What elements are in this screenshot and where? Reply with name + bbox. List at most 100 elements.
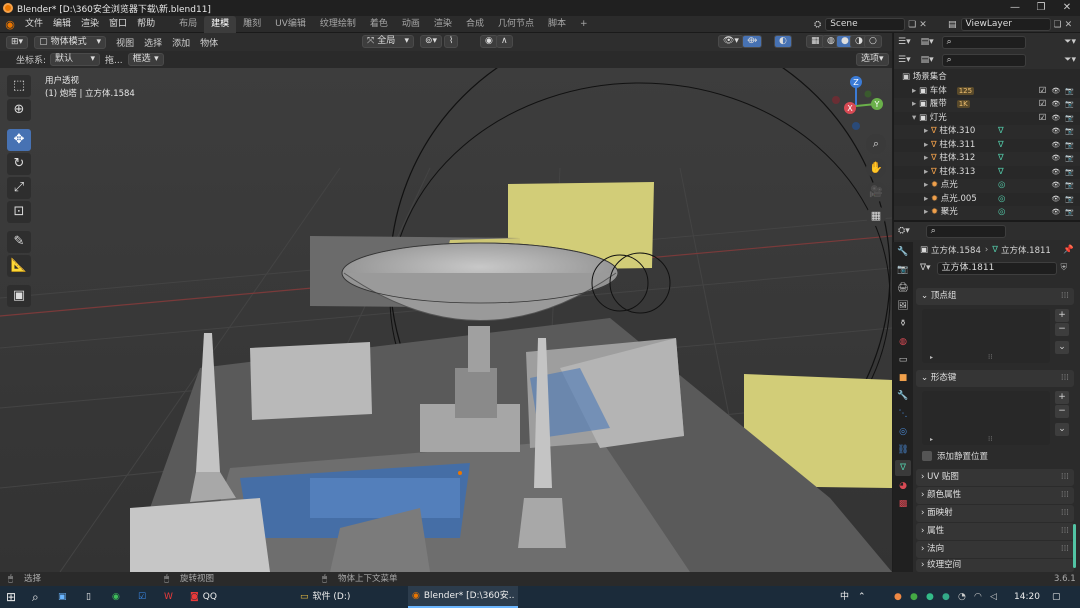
new-view-layer-icon[interactable]: ❏ xyxy=(1054,20,1062,30)
object-data-icon[interactable]: ∇ xyxy=(998,166,1004,180)
vertex-groups-list[interactable]: ▸ ⁞⁞ xyxy=(922,309,1050,363)
view-layer-tab-icon[interactable]: 🖼 xyxy=(895,298,911,314)
render-camera-icon[interactable]: 📷 xyxy=(1065,179,1074,193)
display-mode-icon[interactable]: ▤▾ xyxy=(921,37,934,47)
add-vertex-group-button[interactable]: + xyxy=(1055,309,1069,322)
snap-icon[interactable]: ⌇ xyxy=(444,35,459,48)
expand-arrow-icon[interactable]: ▸ xyxy=(924,167,931,177)
select-mode-selector[interactable]: 框选 ▾ xyxy=(127,53,164,66)
visibility-eye-icon[interactable]: 👁 xyxy=(1051,98,1060,112)
add-cube-tool-icon[interactable]: ▣ xyxy=(7,285,31,307)
render-tab-icon[interactable]: 📷 xyxy=(895,262,911,278)
tray-app1-icon[interactable]: ● xyxy=(894,586,902,608)
minimize-icon[interactable]: — xyxy=(1002,0,1028,16)
object-data-icon[interactable]: ∇ xyxy=(998,152,1004,166)
modifier-tab-icon[interactable]: 🔧 xyxy=(895,388,911,404)
notification-icon[interactable]: ▢ xyxy=(1052,586,1061,608)
outliner-root[interactable]: ▣ 场景集合 xyxy=(894,71,1080,85)
data-tab-icon[interactable]: ∇ xyxy=(895,460,911,476)
pivot-point-icon[interactable]: ⊚▾ xyxy=(420,35,443,48)
tab-shading[interactable]: 着色 xyxy=(363,16,395,33)
tray-app2-icon[interactable]: ● xyxy=(910,586,918,608)
blender-menu-icon[interactable]: ◉ xyxy=(0,18,20,31)
outliner-editor-icon[interactable]: ☰▾ xyxy=(898,37,911,47)
pin-icon[interactable]: 📌 xyxy=(1063,245,1074,255)
menu-window[interactable]: 窗口 xyxy=(104,16,132,33)
menu-file[interactable]: 文件 xyxy=(20,16,48,33)
outliner-item[interactable]: ▸ ✹ 点光 ◎ 👁 📷 xyxy=(894,179,1080,193)
tool-tab-icon[interactable]: 🔧 xyxy=(895,244,911,260)
taskbar-blender[interactable]: ◉ Blender* [D:\360安... xyxy=(408,586,518,608)
falloff-icon[interactable]: ∧ xyxy=(496,35,513,48)
visibility-icon[interactable]: 👁▾ xyxy=(718,35,744,48)
shape-keys-list[interactable]: ▸ ⁞⁞ xyxy=(922,391,1050,445)
move-tool-icon[interactable]: ✥ xyxy=(7,129,31,151)
gizmo-toggle-icon[interactable]: ⟴ xyxy=(742,35,763,48)
visibility-eye-icon[interactable]: 👁 xyxy=(1051,179,1060,193)
color-attributes-panel-header[interactable]: › 颜色属性 ⁞⁞⁞ xyxy=(916,487,1074,504)
3d-viewport[interactable] xyxy=(0,68,892,572)
expand-arrow-icon[interactable]: ▸ xyxy=(912,86,919,96)
tab-animation[interactable]: 动画 xyxy=(395,16,427,33)
tab-rendering[interactable]: 渲染 xyxy=(427,16,459,33)
editor-type-icon[interactable]: ⊞▾ xyxy=(6,35,29,49)
visibility-eye-icon[interactable]: 👁 xyxy=(1051,85,1060,99)
expand-arrow-icon[interactable]: ▸ xyxy=(924,126,931,136)
add-shape-key-button[interactable]: + xyxy=(1055,391,1069,404)
output-tab-icon[interactable]: 🖨 xyxy=(895,280,911,296)
volume-icon[interactable]: ◁ xyxy=(990,586,997,608)
delete-scene-icon[interactable]: ✕ xyxy=(919,20,927,30)
select-box-tool-icon[interactable]: ⬚ xyxy=(7,75,31,97)
taskbar-qq[interactable]: ◙ QQ xyxy=(186,586,221,608)
tab-uv-editing[interactable]: UV编辑 xyxy=(268,16,313,33)
collection-tab-icon[interactable]: ▭ xyxy=(895,352,911,368)
coord-selector[interactable]: 默认 ▾ xyxy=(50,53,101,66)
constraints-tab-icon[interactable]: ⛓ xyxy=(895,442,911,458)
outliner-item[interactable]: ▸ ∇ 柱体.310 ∇ 👁 📷 xyxy=(894,125,1080,139)
maximize-icon[interactable]: ❐ xyxy=(1028,0,1054,16)
properties-editor-icon[interactable]: ⛭▾ xyxy=(898,226,910,236)
new-scene-icon[interactable]: ❏ xyxy=(908,20,916,30)
scene-selector[interactable]: Scene xyxy=(825,18,906,31)
uv-maps-panel-header[interactable]: › UV 贴图 ⁞⁞⁞ xyxy=(916,469,1074,486)
file-icon[interactable]: ▯ xyxy=(86,586,91,608)
outliner-item[interactable]: ▸ ▣ 车体 125 ☑ 👁 📷 xyxy=(894,85,1080,99)
camera-view-icon[interactable]: 🎥 xyxy=(866,182,886,202)
taskbar-explorer[interactable]: ▭ 软件 (D:) xyxy=(296,586,404,608)
outliner2-display-icon[interactable]: ▤▾ xyxy=(921,55,934,65)
scale-tool-icon[interactable]: ⤢ xyxy=(7,177,31,199)
relative-checkbox[interactable] xyxy=(922,451,932,461)
menu-render[interactable]: 渲染 xyxy=(76,16,104,33)
exclude-checkbox[interactable]: ☑ xyxy=(1039,85,1047,99)
expand-arrow-icon[interactable]: ▸ xyxy=(924,194,931,204)
particles-tab-icon[interactable]: ⋱ xyxy=(895,406,911,422)
view-layer-selector[interactable]: ViewLayer xyxy=(960,18,1051,31)
tab-modeling[interactable]: 建模 xyxy=(204,15,237,33)
overlay-toggle-icon[interactable]: ◐ xyxy=(774,35,792,48)
mode-selector[interactable]: ▢ 物体模式 ▾ xyxy=(34,35,107,49)
visibility-eye-icon[interactable]: 👁 xyxy=(1051,125,1060,139)
expand-arrow-icon[interactable]: ▸ xyxy=(924,180,931,190)
remove-shape-key-button[interactable]: − xyxy=(1055,405,1069,418)
visibility-eye-icon[interactable]: 👁 xyxy=(1051,139,1060,153)
render-camera-icon[interactable]: 📷 xyxy=(1065,166,1074,180)
visibility-eye-icon[interactable]: 👁 xyxy=(1051,152,1060,166)
render-camera-icon[interactable]: 📷 xyxy=(1065,85,1074,99)
pan-hand-icon[interactable]: ✋ xyxy=(866,158,886,178)
add-workspace-button[interactable]: + xyxy=(573,16,595,33)
tab-layout[interactable]: 布局 xyxy=(172,16,204,33)
vertex-group-specials-button[interactable]: ⌄ xyxy=(1055,341,1069,354)
render-camera-icon[interactable]: 📷 xyxy=(1065,112,1074,126)
windows-start-icon[interactable]: ⊞ xyxy=(6,586,16,608)
options-button[interactable]: 选项 ▾ xyxy=(856,53,889,66)
filter-icon[interactable]: ⏷▾ xyxy=(1064,37,1076,47)
scene-tab-icon[interactable]: ⚱ xyxy=(895,316,911,332)
visibility-eye-icon[interactable]: 👁 xyxy=(1051,193,1060,207)
measure-tool-icon[interactable]: 📐 xyxy=(7,255,31,277)
filter2-icon[interactable]: ⏷▾ xyxy=(1064,55,1076,65)
outliner2-search-input[interactable]: ⌕ xyxy=(941,53,1026,67)
render-camera-icon[interactable]: 📷 xyxy=(1065,139,1074,153)
ai-app-icon[interactable]: ▣ xyxy=(58,586,67,608)
visibility-eye-icon[interactable]: 👁 xyxy=(1051,206,1060,220)
visibility-eye-icon[interactable]: 👁 xyxy=(1051,166,1060,180)
